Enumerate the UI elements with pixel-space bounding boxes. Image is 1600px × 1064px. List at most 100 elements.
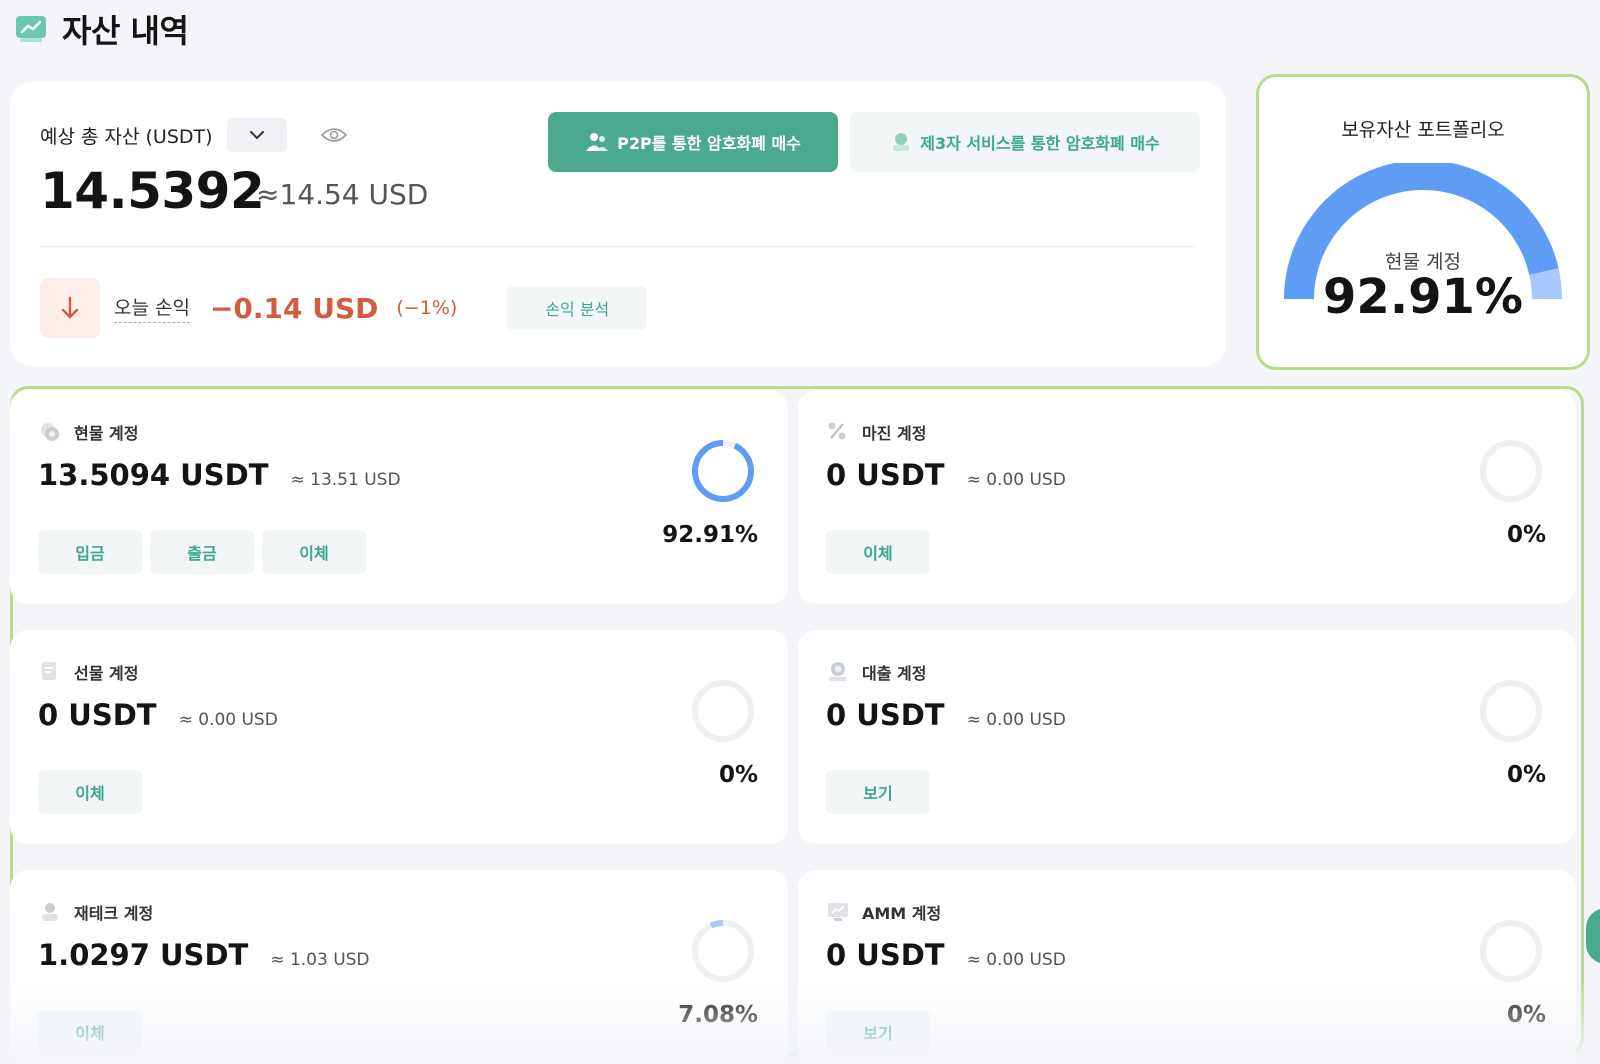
portfolio-title: 보유자산 포트폴리오 [1341,119,1505,141]
account-card: 선물 계정 0 USDT ≈ 0.00 USD 이체 0% [10,630,788,844]
account-share-ring [1480,920,1542,982]
pnl-indicator [40,278,100,338]
total-assets-usd: ≈14.54 USD [256,178,429,211]
divider [40,246,1196,247]
daily-pnl-value: −0.14 USD [209,291,379,325]
daily-pnl-label[interactable]: 오늘 손익 [114,293,190,323]
ring-track [692,680,754,742]
user-shield-icon [893,133,910,151]
account-name: 마진 계정 [862,424,927,443]
account-usd: ≈ 0.00 USD [966,710,1066,730]
chart-trend-icon [16,16,46,42]
account-amount: 0 USDT [826,698,945,732]
account-share-percent: 92.91% [662,522,758,548]
monitor-icon [828,903,848,921]
ring-track [692,920,754,982]
account-name: 현물 계정 [74,424,139,443]
account-card: 마진 계정 0 USDT ≈ 0.00 USD 이체 0% [798,390,1576,604]
ring-track [1480,920,1542,982]
account-actions: 입금 출금 이체 [38,530,366,574]
account-amount: 0 USDT [826,938,945,972]
page-header: 자산 내역 [14,6,189,52]
account-share-percent: 0% [1506,762,1546,788]
loan-icon [829,662,847,681]
account-card: 현물 계정 13.5094 USDT ≈ 13.51 USD 입금 출금 이체 92… [10,390,788,604]
account-actions: 보기 [826,1010,930,1054]
account-title-row: 선물 계정 [38,660,138,684]
ring-track [1480,440,1542,502]
account-amount-row: 0 USDT ≈ 0.00 USD [826,698,1066,732]
account-amount-row: 13.5094 USDT ≈ 13.51 USD [38,458,401,492]
account-amount-row: 0 USDT ≈ 0.00 USD [826,458,1066,492]
portfolio-card: 보유자산 포트폴리오 현물 계정 92.91% [1256,74,1590,370]
users-icon [586,133,609,151]
account-title-row: 대출 계정 [826,660,926,684]
account-actions: 이체 [38,770,142,814]
account-action-button[interactable]: 이체 [38,770,142,814]
account-card: 재테크 계정 1.0297 USDT ≈ 1.03 USD 이체 7.08% [10,870,788,1064]
account-amount: 0 USDT [38,698,157,732]
account-share-percent: 0% [718,762,758,788]
account-name: 선물 계정 [74,664,139,683]
account-actions: 이체 [38,1010,142,1054]
account-name: 대출 계정 [862,664,927,683]
account-title-row: 현물 계정 [38,420,138,444]
floating-help-button[interactable] [1586,908,1600,964]
pnl-analysis-button[interactable]: 손익 분석 [507,286,648,330]
total-assets-value: 14.5392 [40,162,265,220]
account-share-ring [692,680,754,742]
account-name: AMM 계정 [862,904,942,923]
account-actions: 보기 [826,770,930,814]
p2p-buy-button[interactable]: P2P를 통한 암호화폐 매수 [548,112,838,172]
coins-icon [41,423,59,441]
account-amount-row: 0 USDT ≈ 0.00 USD [38,698,278,732]
account-usd: ≈ 0.00 USD [178,710,278,730]
account-share-ring [692,920,754,982]
currency-dropdown[interactable] [226,118,287,152]
account-title-row: 마진 계정 [826,420,926,444]
account-name: 재테크 계정 [74,904,154,923]
account-card: AMM 계정 0 USDT ≈ 0.00 USD 보기 0% [798,870,1576,1064]
total-assets-label: 예상 총 자산 (USDT) [40,125,213,148]
account-share-ring [692,440,754,502]
account-usd: ≈ 0.00 USD [966,950,1066,970]
percent-icon [828,422,846,440]
account-action-button[interactable]: 보기 [826,1010,930,1054]
account-share-percent: 0% [1506,522,1546,548]
arrow-down-icon [61,296,79,319]
chevron-down-icon [249,131,264,140]
account-share-ring [1480,680,1542,742]
p2p-buy-label: P2P를 통한 암호화폐 매수 [617,134,801,153]
account-usd: ≈ 0.00 USD [966,470,1066,490]
page-title: 자산 내역 [62,12,189,50]
eye-icon [320,128,347,142]
account-share-percent: 0% [1506,1002,1546,1028]
account-amount-row: 0 USDT ≈ 0.00 USD [826,938,1066,972]
daily-pnl-percent: (−1%) [396,297,458,319]
third-party-buy-button[interactable]: 제3자 서비스를 통한 암호화폐 매수 [850,112,1200,172]
account-usd: ≈ 13.51 USD [290,470,401,490]
account-amount: 1.0297 USDT [38,938,249,972]
document-icon [42,662,56,680]
account-title-row: AMM 계정 [826,900,941,924]
account-action-button[interactable]: 출금 [150,530,254,574]
third-party-buy-label: 제3자 서비스를 통한 암호화폐 매수 [920,134,1160,153]
account-action-button[interactable]: 입금 [38,530,142,574]
account-action-button[interactable]: 이체 [826,530,930,574]
account-action-button[interactable]: 이체 [38,1010,142,1054]
account-action-button[interactable]: 이체 [262,530,366,574]
user-savings-icon [42,903,58,921]
account-action-button[interactable]: 보기 [826,770,930,814]
ring-track [1480,680,1542,742]
account-share-ring [1480,440,1542,502]
daily-pnl-row: 오늘 손익 −0.14 USD (−1%) 손익 분석 [40,278,648,338]
account-usd: ≈ 1.03 USD [270,950,370,970]
account-card: 대출 계정 0 USDT ≈ 0.00 USD 보기 0% [798,630,1576,844]
account-title-row: 재테크 계정 [38,900,153,924]
toggle-visibility-button[interactable] [320,127,347,143]
account-share-percent: 7.08% [678,1002,758,1028]
account-amount-row: 1.0297 USDT ≈ 1.03 USD [38,938,370,972]
total-assets-label-row: 예상 총 자산 (USDT) [40,118,347,152]
total-assets-card: 예상 총 자산 (USDT) 14.5392 ≈14.54 USD 오늘 손익 … [10,82,1226,366]
gauge-value: 92.91% [1323,269,1523,325]
